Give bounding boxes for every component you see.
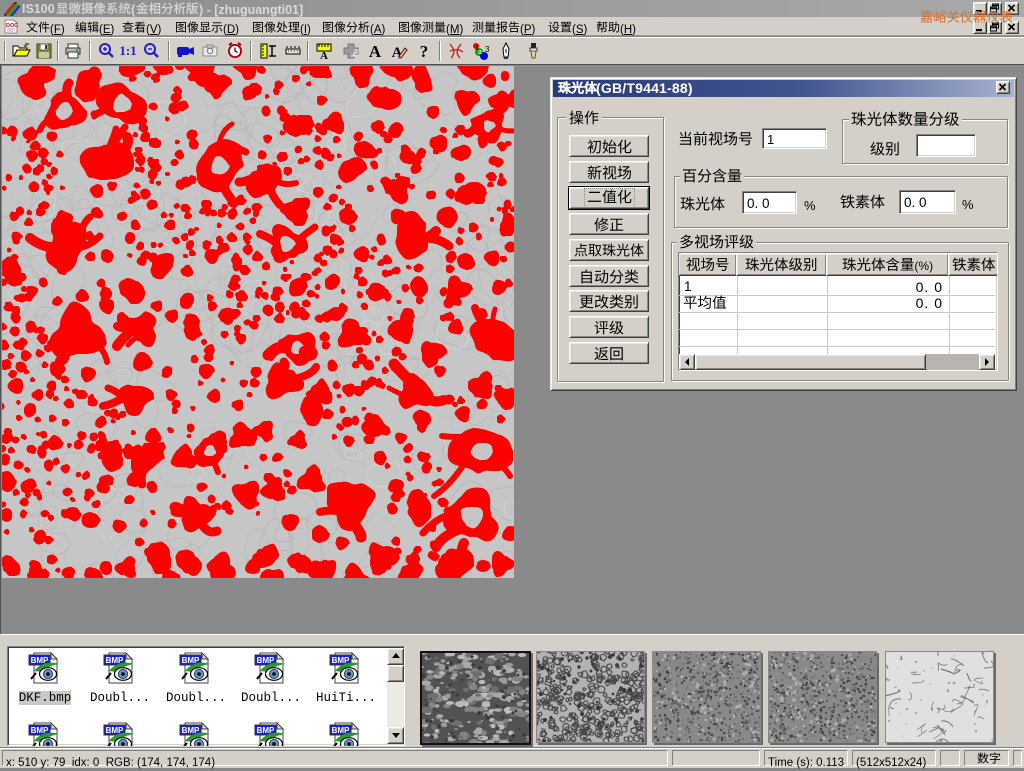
svg-text:DOC: DOC <box>6 23 18 29</box>
svg-text:?: ? <box>420 42 429 60</box>
svg-text:A: A <box>320 50 328 60</box>
svg-text:A: A <box>369 42 382 60</box>
svg-text:1:1: 1:1 <box>119 43 136 58</box>
svg-text:3: 3 <box>485 45 490 54</box>
svg-text:a: a <box>478 49 482 56</box>
